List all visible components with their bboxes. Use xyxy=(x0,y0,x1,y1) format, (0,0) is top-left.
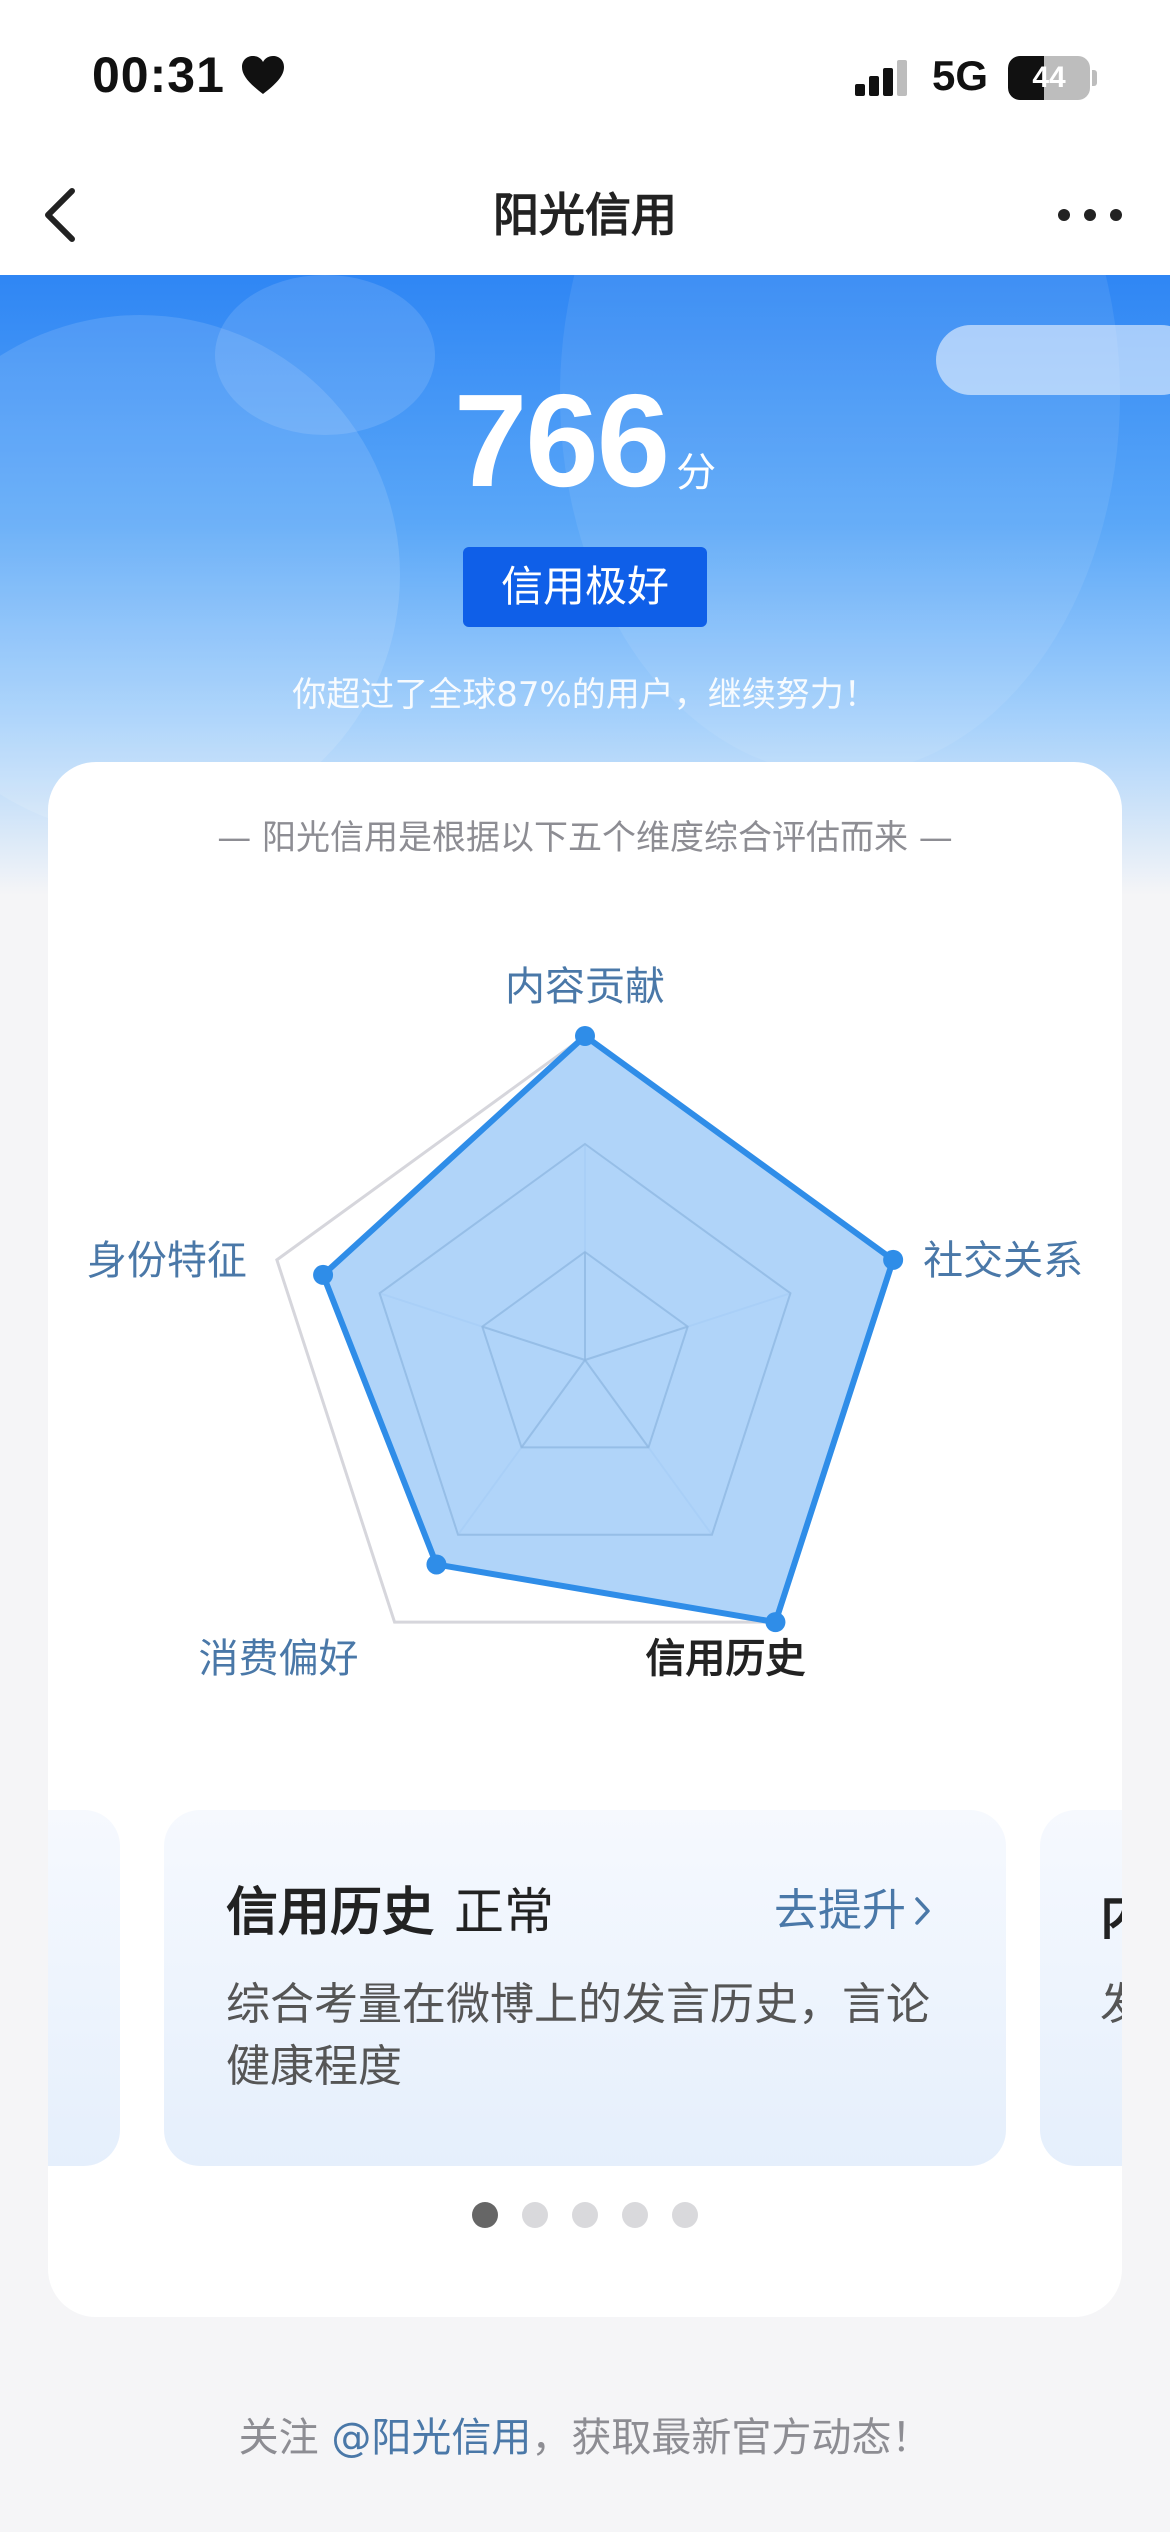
radar-data-point xyxy=(575,1026,595,1046)
next-dimension-title: 内 xyxy=(1100,1874,1122,1949)
footer-suffix: ，获取最新官方动态！ xyxy=(531,2415,932,2461)
improve-link-label: 去提升 xyxy=(774,1885,906,1936)
official-account-link[interactable]: @阳光信用 xyxy=(331,2415,531,2461)
carousel-card-prev[interactable] xyxy=(48,1810,120,2166)
carousel-dot[interactable] xyxy=(522,2202,548,2228)
footer-prefix: 关注 xyxy=(238,2415,332,2461)
carousel-dot[interactable] xyxy=(472,2202,498,2228)
radar-axis-label: 社交关系 xyxy=(923,1238,1083,1284)
improve-link[interactable]: 去提升 xyxy=(774,1874,934,1938)
nav-bar: 阳光信用 xyxy=(0,155,1170,275)
dimension-description: 综合考量在微博上的发言历史，言论健康程度 xyxy=(226,1979,930,2092)
signal-icon xyxy=(855,60,907,96)
radar-data-point xyxy=(313,1264,334,1285)
radar-data-point xyxy=(426,1554,447,1575)
network-label: 5G xyxy=(932,52,989,99)
page-title: 阳光信用 xyxy=(493,188,677,242)
heart-icon xyxy=(242,56,284,94)
score-value: 766 xyxy=(453,367,670,514)
dimension-title: 信用历史 xyxy=(226,1883,435,1943)
battery-level: 44 xyxy=(1032,61,1066,94)
carousel-card-next[interactable]: 内 发 xyxy=(1040,1810,1122,2166)
radar-chart: 内容贡献社交关系信用历史 消费偏好 身份特征 xyxy=(87,964,1083,1682)
radar-data-point xyxy=(883,1249,904,1270)
rank-text: 你超过了全球87%的用户，继续努力！ xyxy=(292,675,878,715)
battery-icon: 44 xyxy=(1008,56,1090,100)
credit-dimensions-card: — 阳光信用是根据以下五个维度综合评估而来 — 内容贡献 社交关系 信用历史 消费偏好… xyxy=(48,762,1122,2317)
battery-tip xyxy=(1092,70,1097,86)
radar-data-point xyxy=(765,1612,786,1633)
carousel-pagination xyxy=(48,2202,1122,2232)
next-dimension-description: 发 xyxy=(1100,1974,1122,2036)
carousel-dot[interactable] xyxy=(622,2202,648,2228)
radar-axis-label: 信用历史 xyxy=(645,1636,805,1682)
carousel-dot[interactable] xyxy=(672,2202,698,2228)
radar-axis-label: 身份特征 xyxy=(87,1238,247,1284)
radar-axis-label: 消费偏好 xyxy=(199,1636,359,1682)
status-time: 00:31 xyxy=(92,47,225,103)
status-bar: 00:31 5G 44 xyxy=(0,0,1170,155)
radar-axis-label: 内容贡献 xyxy=(505,964,665,1010)
dimension-status: 正常 xyxy=(454,1883,554,1941)
score-unit: 分 xyxy=(676,450,717,496)
back-chevron-icon[interactable] xyxy=(28,177,104,253)
more-icon[interactable] xyxy=(1050,190,1130,240)
score-display: 766 分 xyxy=(0,365,1170,516)
carousel-dot[interactable] xyxy=(572,2202,598,2228)
carousel-card-active[interactable]: 信用历史 正常 去提升 综合考量在微博上的发言历史，言论健康程度 xyxy=(164,1810,1006,2166)
credit-level-badge: 信用极好 xyxy=(463,547,707,627)
footer-note: 关注 @阳光信用，获取最新官方动态！ xyxy=(0,2405,1170,2463)
chevron-right-icon xyxy=(915,1897,930,1925)
